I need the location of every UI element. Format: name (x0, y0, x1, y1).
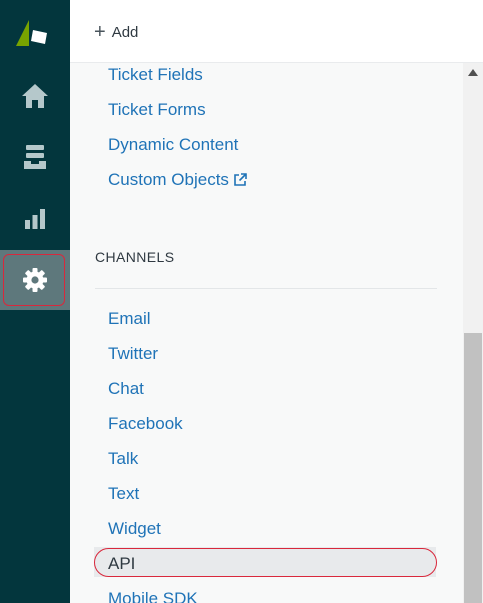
reporting-icon (25, 209, 45, 229)
add-button[interactable]: + Add (94, 22, 138, 42)
section-title-channels: CHANNELS (95, 249, 175, 265)
sidebar (0, 0, 70, 603)
link-mobile-sdk[interactable]: Mobile SDK (108, 587, 198, 603)
link-twitter[interactable]: Twitter (108, 342, 158, 366)
zendesk-logo[interactable] (16, 20, 50, 46)
scrollbar-thumb[interactable] (464, 333, 482, 603)
nav-views[interactable] (0, 127, 70, 187)
plus-icon: + (94, 21, 106, 43)
link-ticket-fields[interactable]: Ticket Fields (108, 63, 203, 87)
scroll-up-arrow-icon[interactable] (463, 69, 483, 81)
nav-home[interactable] (0, 66, 70, 126)
section-divider (95, 288, 437, 289)
admin-menu: Ticket Fields Ticket Forms Dynamic Conte… (70, 63, 463, 603)
admin-highlight-ring (3, 254, 65, 306)
external-link-icon (234, 173, 247, 186)
views-icon (24, 145, 46, 169)
link-widget[interactable]: Widget (108, 517, 161, 541)
link-ticket-forms[interactable]: Ticket Forms (108, 98, 206, 122)
link-talk[interactable]: Talk (108, 447, 138, 471)
link-text[interactable]: Text (108, 482, 139, 506)
nav-reporting[interactable] (0, 189, 70, 249)
link-facebook[interactable]: Facebook (108, 412, 183, 436)
vertical-scrollbar[interactable] (463, 63, 483, 603)
topbar: + Add (70, 0, 483, 63)
link-custom-objects[interactable]: Custom Objects (108, 168, 247, 192)
add-label: Add (111, 23, 139, 41)
custom-objects-label: Custom Objects (108, 170, 229, 189)
nav-admin[interactable] (0, 250, 70, 310)
home-icon (22, 84, 48, 108)
link-chat[interactable]: Chat (108, 377, 144, 401)
link-dynamic-content[interactable]: Dynamic Content (108, 133, 238, 157)
api-highlight-ring (94, 548, 437, 577)
link-email[interactable]: Email (108, 307, 151, 331)
